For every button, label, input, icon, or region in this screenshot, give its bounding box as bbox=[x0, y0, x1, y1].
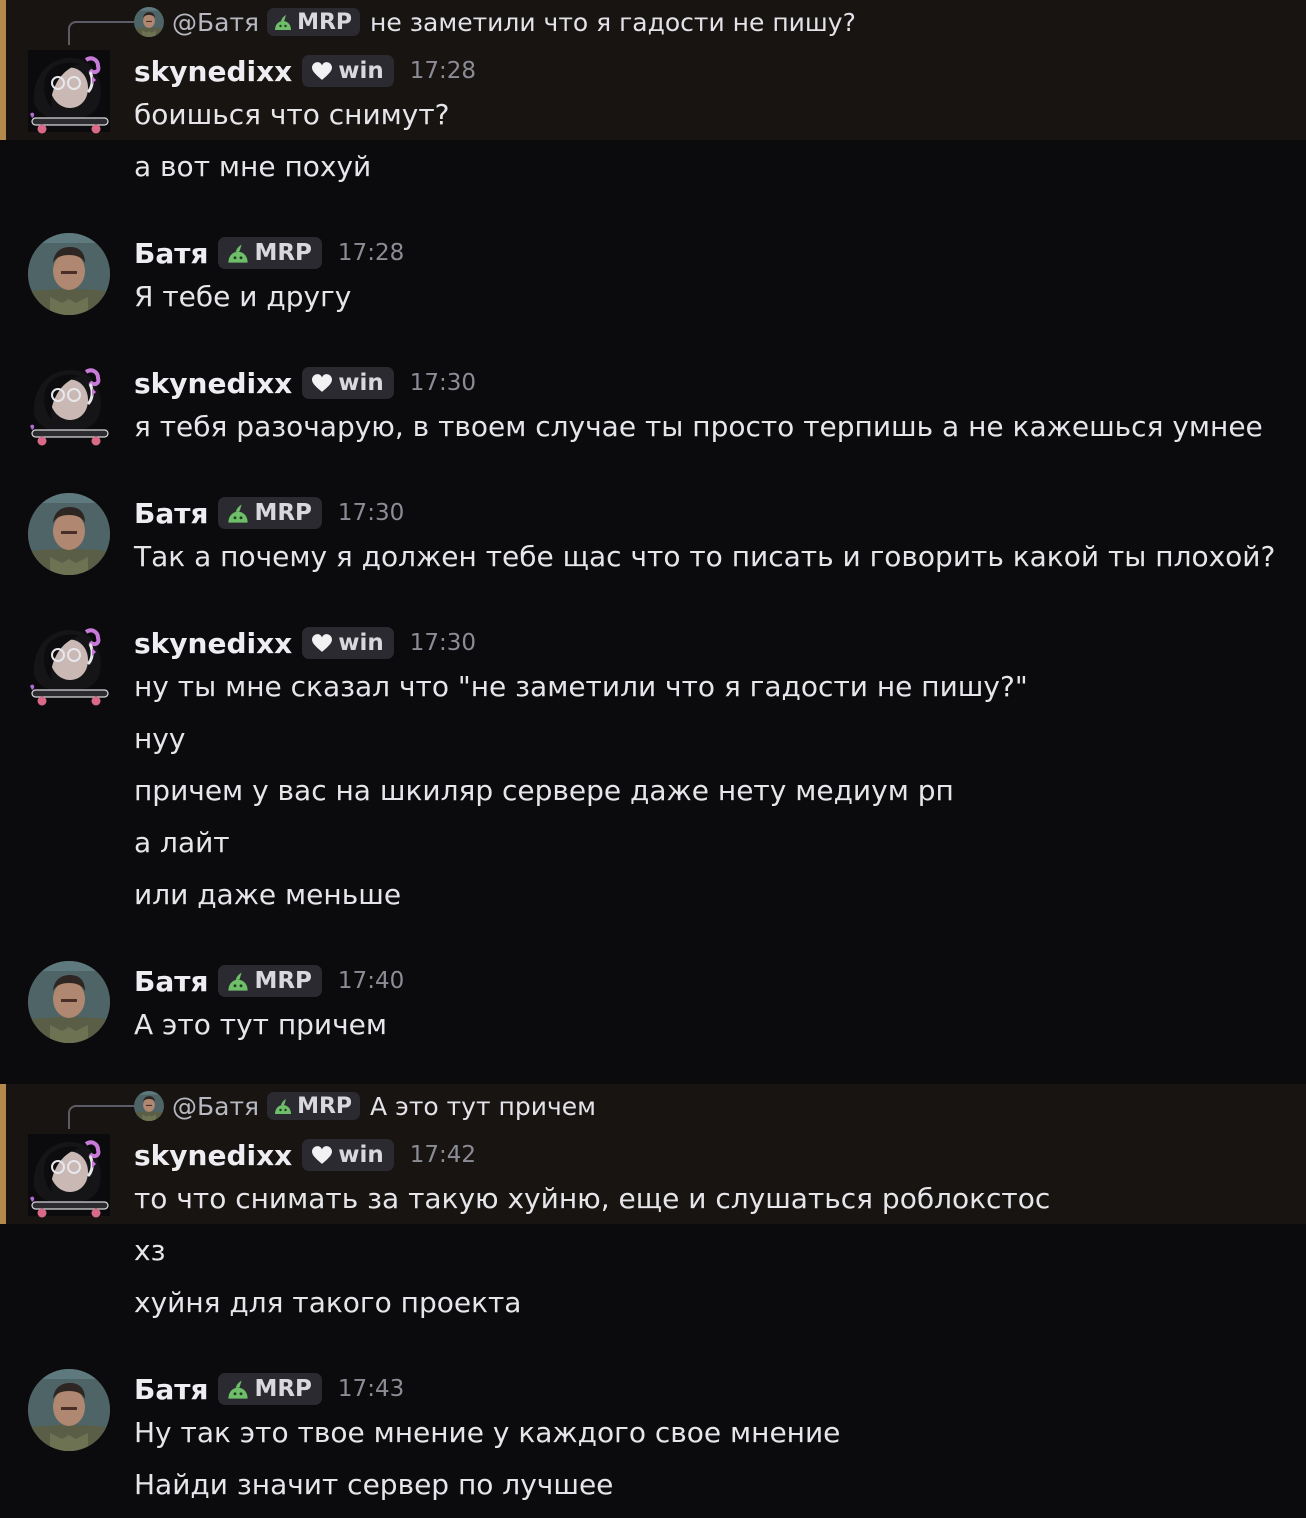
username[interactable]: Батя bbox=[134, 237, 208, 270]
message-text: хз bbox=[134, 1234, 166, 1267]
timestamp[interactable]: 17:43 bbox=[338, 1376, 404, 1402]
message-header: Батя MRP 17:30 bbox=[134, 493, 404, 533]
role-tag[interactable]: win bbox=[302, 627, 394, 659]
heart-icon bbox=[310, 373, 334, 393]
reply-preview[interactable]: @Батя MRP А это тут причем bbox=[134, 1088, 596, 1124]
slime-icon bbox=[226, 242, 250, 264]
reply-text: не заметили что я гадости не пишу? bbox=[370, 7, 856, 37]
avatar[interactable] bbox=[28, 493, 110, 575]
heart-icon bbox=[310, 633, 334, 653]
timestamp[interactable]: 17:42 bbox=[410, 1142, 476, 1168]
avatar[interactable] bbox=[28, 1369, 110, 1451]
username[interactable]: skynedixx bbox=[134, 55, 292, 88]
slime-icon bbox=[226, 502, 250, 524]
username[interactable]: skynedixx bbox=[134, 627, 292, 660]
reply-avatar bbox=[134, 7, 164, 37]
username[interactable]: Батя bbox=[134, 1373, 208, 1406]
reply-preview[interactable]: @Батя MRP не заметили что я гадости не п… bbox=[134, 4, 856, 40]
message-text: а вот мне похуй bbox=[134, 150, 372, 183]
role-tag[interactable]: MRP bbox=[218, 1373, 322, 1405]
message-header: skynedixx win 17:28 bbox=[134, 51, 476, 91]
message-header: Батя MRP 17:40 bbox=[134, 961, 404, 1001]
reply-role-tag: MRP bbox=[267, 8, 361, 36]
message-text: хуйня для такого проекта bbox=[134, 1286, 522, 1319]
avatar[interactable] bbox=[28, 362, 110, 448]
message-text: боишься что снимут? bbox=[134, 98, 450, 131]
message-text: Я тебе и другу bbox=[134, 280, 352, 313]
timestamp[interactable]: 17:28 bbox=[410, 58, 476, 84]
heart-icon bbox=[310, 1145, 334, 1165]
username[interactable]: Батя bbox=[134, 965, 208, 998]
heart-icon bbox=[310, 61, 334, 81]
reply-text: А это тут причем bbox=[370, 1091, 596, 1121]
slime-icon bbox=[226, 1378, 250, 1400]
message-text: Так а почему я должен тебе щас что то пи… bbox=[134, 540, 1276, 573]
username[interactable]: Батя bbox=[134, 497, 208, 530]
reply-connector bbox=[68, 1105, 136, 1129]
message-text: ну ты мне сказал что "не заметили что я … bbox=[134, 670, 1028, 703]
message-text: Ну так это твое мнение у каждого свое мн… bbox=[134, 1416, 841, 1449]
message-text: а лайт bbox=[134, 826, 230, 859]
message-text: нуу bbox=[134, 722, 186, 755]
avatar[interactable] bbox=[28, 233, 110, 315]
timestamp[interactable]: 17:28 bbox=[338, 240, 404, 266]
role-tag[interactable]: MRP bbox=[218, 237, 322, 269]
role-tag[interactable]: MRP bbox=[218, 965, 322, 997]
slime-icon bbox=[273, 1097, 293, 1115]
reply-connector bbox=[68, 21, 136, 45]
avatar[interactable] bbox=[28, 50, 110, 136]
timestamp[interactable]: 17:30 bbox=[410, 370, 476, 396]
avatar[interactable] bbox=[28, 622, 110, 708]
slime-icon bbox=[273, 13, 293, 31]
message-text: я тебя разочарую, в твоем случае ты прос… bbox=[134, 410, 1263, 443]
timestamp[interactable]: 17:30 bbox=[410, 630, 476, 656]
reply-mention[interactable]: @Батя bbox=[172, 1092, 259, 1121]
role-tag[interactable]: win bbox=[302, 55, 394, 87]
message-text: то что снимать за такую хуйню, еще и слу… bbox=[134, 1182, 1051, 1215]
username[interactable]: skynedixx bbox=[134, 367, 292, 400]
message-header: Батя MRP 17:43 bbox=[134, 1369, 404, 1409]
message-text: Найди значит сервер по лучшее bbox=[134, 1468, 614, 1501]
message-text: А это тут причем bbox=[134, 1008, 388, 1041]
reply-avatar bbox=[134, 1091, 164, 1121]
message-header: Батя MRP 17:28 bbox=[134, 233, 404, 273]
reply-role-tag: MRP bbox=[267, 1092, 361, 1120]
avatar[interactable] bbox=[28, 1134, 110, 1220]
timestamp[interactable]: 17:30 bbox=[338, 500, 404, 526]
message-header: skynedixx win 17:30 bbox=[134, 363, 476, 403]
timestamp[interactable]: 17:40 bbox=[338, 968, 404, 994]
message-header: skynedixx win 17:42 bbox=[134, 1135, 476, 1175]
message-header: skynedixx win 17:30 bbox=[134, 623, 476, 663]
avatar[interactable] bbox=[28, 961, 110, 1043]
reply-mention[interactable]: @Батя bbox=[172, 8, 259, 37]
role-tag[interactable]: win bbox=[302, 1139, 394, 1171]
message-text: причем у вас на шкиляр сервере даже нету… bbox=[134, 774, 954, 807]
message-text: или даже меньше bbox=[134, 878, 402, 911]
slime-icon bbox=[226, 970, 250, 992]
username[interactable]: skynedixx bbox=[134, 1139, 292, 1172]
role-tag[interactable]: MRP bbox=[218, 497, 322, 529]
chat-messages: @Батя MRP не заметили что я гадости не п… bbox=[0, 0, 1306, 1518]
role-tag[interactable]: win bbox=[302, 367, 394, 399]
